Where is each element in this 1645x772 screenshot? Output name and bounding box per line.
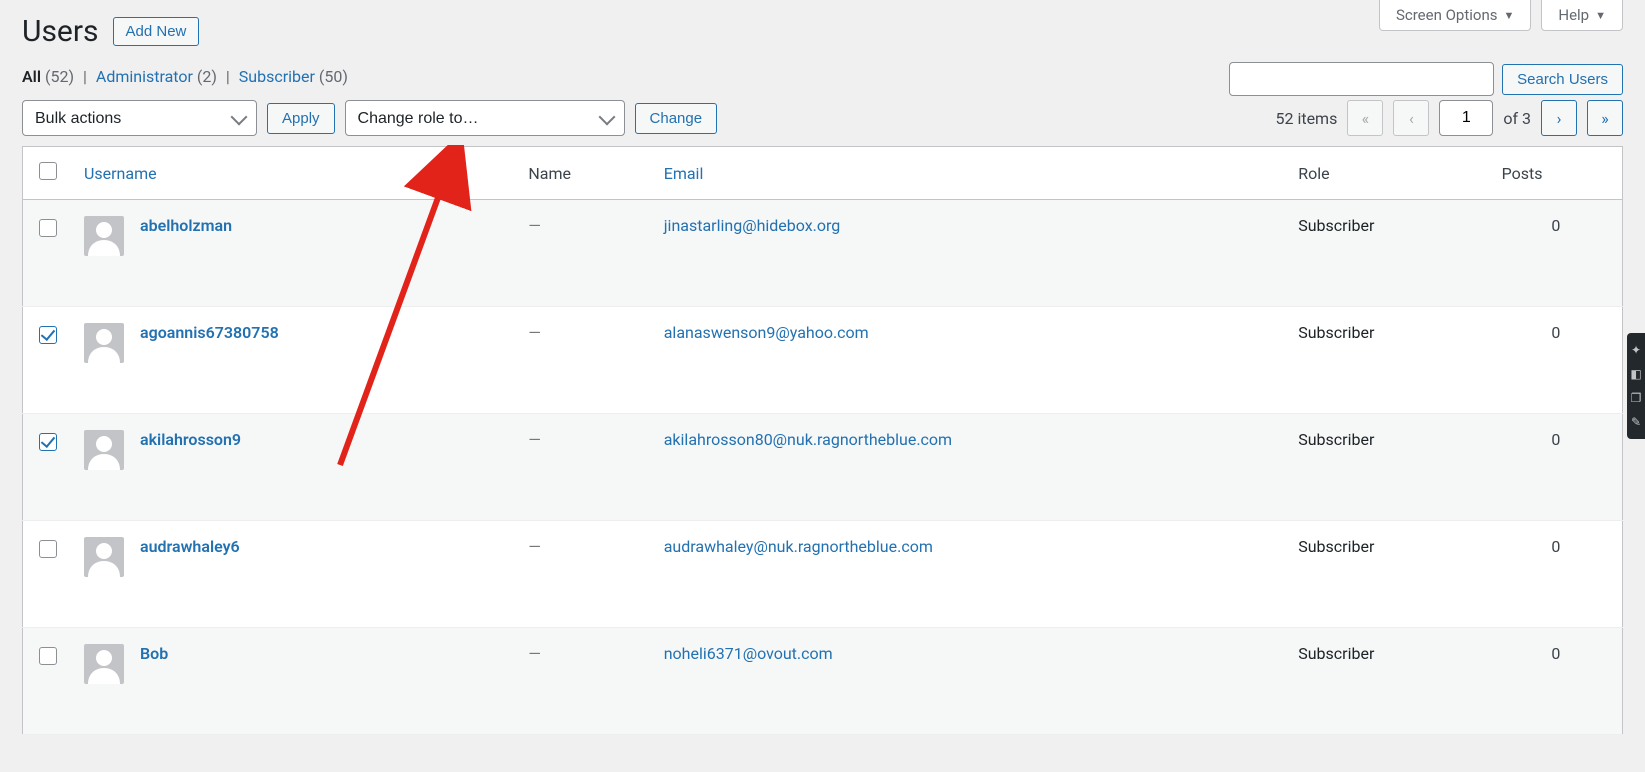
user-posts-count: 0	[1490, 200, 1623, 307]
avatar	[84, 537, 124, 577]
user-posts-count: 0	[1490, 521, 1623, 628]
row-checkbox[interactable]	[39, 540, 57, 558]
add-new-button[interactable]: Add New	[113, 17, 200, 46]
avatar	[84, 644, 124, 684]
email-link[interactable]: noheli6371@ovout.com	[664, 644, 833, 663]
user-display-name: —	[528, 537, 541, 556]
row-checkbox[interactable]	[39, 326, 57, 344]
pagination-page-input[interactable]	[1439, 100, 1493, 136]
email-link[interactable]: alanaswenson9@yahoo.com	[664, 323, 869, 342]
username-link[interactable]: abelholzman	[140, 216, 232, 235]
user-display-name: —	[528, 430, 541, 449]
user-role: Subscriber	[1286, 307, 1489, 414]
user-role: Subscriber	[1286, 414, 1489, 521]
ext-icon: ❐	[1631, 391, 1642, 405]
user-role: Subscriber	[1286, 200, 1489, 307]
users-table: Username Name Email Role Posts abelholzm…	[22, 146, 1623, 735]
email-link[interactable]: audrawhaley@nuk.ragnortheblue.com	[664, 537, 933, 556]
user-display-name: —	[528, 216, 541, 235]
search-users-input[interactable]	[1229, 62, 1494, 96]
pagination-of-text: of 3	[1503, 109, 1531, 128]
caret-down-icon: ▼	[1595, 9, 1606, 22]
screen-options-tab[interactable]: Screen Options ▼	[1379, 0, 1531, 31]
user-posts-count: 0	[1490, 628, 1623, 735]
page-title: Users	[22, 14, 99, 49]
row-checkbox[interactable]	[39, 219, 57, 237]
username-link[interactable]: audrawhaley6	[140, 537, 240, 556]
pagination-prev: ‹	[1393, 100, 1429, 136]
username-link[interactable]: akilahrosson9	[140, 430, 241, 449]
username-link[interactable]: Bob	[140, 644, 168, 663]
pagination-items-count: 52 items	[1275, 109, 1337, 128]
filter-subscriber[interactable]: Subscriber (50)	[239, 67, 348, 86]
column-role: Role	[1286, 147, 1489, 200]
pagination: 52 items « ‹ of 3 › »	[1275, 100, 1623, 136]
email-link[interactable]: jinastarling@hidebox.org	[664, 216, 841, 235]
username-link[interactable]: agoannis67380758	[140, 323, 279, 342]
table-row: Bob — noheli6371@ovout.com Subscriber0	[23, 628, 1623, 735]
screen-options-label: Screen Options	[1396, 6, 1498, 24]
table-row: akilahrosson9 — akilahrosson80@nuk.ragnort…	[23, 414, 1623, 521]
avatar	[84, 323, 124, 363]
user-display-name: —	[528, 323, 541, 342]
column-posts: Posts	[1490, 147, 1623, 200]
table-row: abelholzman — jinastarling@hidebox.org Subs…	[23, 200, 1623, 307]
ext-icon: ✎	[1631, 415, 1641, 429]
avatar	[84, 216, 124, 256]
change-role-select[interactable]: Change role to…	[345, 100, 625, 136]
column-name: Name	[516, 147, 651, 200]
row-checkbox[interactable]	[39, 647, 57, 665]
user-role: Subscriber	[1286, 521, 1489, 628]
ext-icon: ✦	[1631, 343, 1641, 357]
select-all-checkbox[interactable]	[39, 162, 57, 180]
help-tab[interactable]: Help ▼	[1541, 0, 1623, 31]
pagination-last[interactable]: »	[1587, 100, 1623, 136]
user-posts-count: 0	[1490, 307, 1623, 414]
apply-button[interactable]: Apply	[267, 103, 335, 134]
table-row: audrawhaley6 — audrawhaley@nuk.ragnorthebl…	[23, 521, 1623, 628]
browser-extension-strip[interactable]: ✦ ◧ ❐ ✎	[1627, 333, 1645, 439]
row-checkbox[interactable]	[39, 433, 57, 451]
pagination-first: «	[1347, 100, 1383, 136]
ext-icon: ◧	[1630, 367, 1641, 381]
filter-all[interactable]: All (52)	[22, 67, 78, 86]
user-role: Subscriber	[1286, 628, 1489, 735]
help-label: Help	[1558, 6, 1589, 24]
column-username[interactable]: Username	[72, 147, 516, 200]
search-users-button[interactable]: Search Users	[1502, 64, 1623, 95]
user-display-name: —	[528, 644, 541, 663]
avatar	[84, 430, 124, 470]
column-email[interactable]: Email	[652, 147, 1287, 200]
filter-administrator[interactable]: Administrator (2)	[96, 67, 221, 86]
user-posts-count: 0	[1490, 414, 1623, 521]
bulk-actions-select[interactable]: Bulk actions	[22, 100, 257, 136]
change-button[interactable]: Change	[635, 103, 718, 134]
table-row: agoannis67380758 — alanaswenson9@yahoo.com…	[23, 307, 1623, 414]
pagination-next[interactable]: ›	[1541, 100, 1577, 136]
email-link[interactable]: akilahrosson80@nuk.ragnortheblue.com	[664, 430, 952, 449]
caret-down-icon: ▼	[1503, 9, 1514, 22]
